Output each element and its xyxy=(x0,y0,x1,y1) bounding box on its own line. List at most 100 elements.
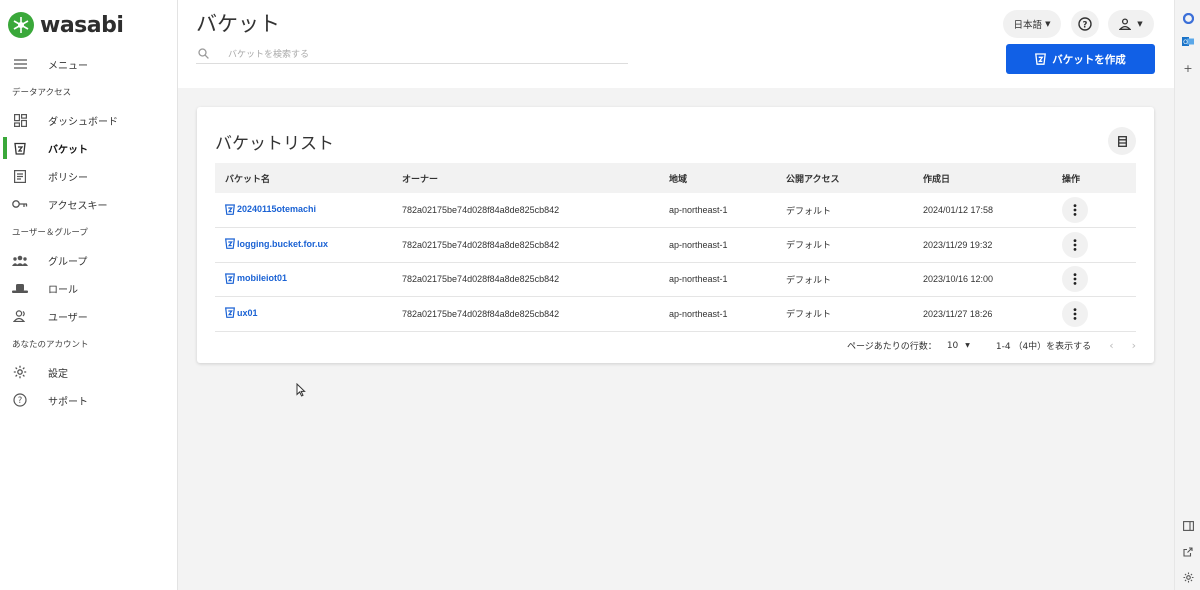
row-actions-button[interactable] xyxy=(1062,300,1088,327)
next-page-icon[interactable]: › xyxy=(1132,339,1136,352)
rows-per-page-select[interactable]: 10 ▼ xyxy=(947,341,970,351)
bucket-icon xyxy=(225,203,235,215)
sidebar-item-roles[interactable]: ロール xyxy=(0,274,177,302)
user-icon xyxy=(12,308,28,324)
sidebar-item-label: ポリシー xyxy=(48,172,88,184)
external-link-icon[interactable] xyxy=(1182,546,1194,558)
column-header-name[interactable]: バケット名 xyxy=(215,163,392,193)
sidebar-item-policy[interactable]: ポリシー xyxy=(0,162,177,190)
row-actions-button[interactable] xyxy=(1062,231,1088,258)
svg-text:?: ? xyxy=(1083,20,1088,30)
column-header-public-access[interactable]: 公開アクセス xyxy=(776,163,913,193)
actions-cell xyxy=(1052,262,1136,297)
region-cell: ap-northeast-1 xyxy=(659,227,776,263)
sidebar-item-label: グループ xyxy=(48,256,88,268)
row-actions-button[interactable] xyxy=(1062,197,1088,223)
actions-cell xyxy=(1052,193,1136,228)
hamburger-icon xyxy=(12,56,28,72)
bucket-icon xyxy=(225,307,235,319)
person-icon xyxy=(1119,18,1132,30)
bucket-name: ux01 xyxy=(237,307,258,318)
create-bucket-button[interactable]: バケットを作成 xyxy=(1006,44,1155,74)
sidebar-item-label: サポート xyxy=(48,396,88,408)
bucket-name-cell: mobileiot01 xyxy=(215,262,392,297)
table-row: ux01 782a02175be74d028f84a8de825cb842 ap… xyxy=(215,296,1136,332)
role-icon xyxy=(12,280,28,296)
sidebar-item-label: ロール xyxy=(48,284,78,296)
column-header-created[interactable]: 作成日 xyxy=(913,163,1052,193)
column-header-owner[interactable]: オーナー xyxy=(392,163,659,193)
created-cell: 2023/11/29 19:32 xyxy=(913,227,1052,263)
owner-cell: 782a02175be74d028f84a8de825cb842 xyxy=(392,193,659,228)
columns-button[interactable] xyxy=(1108,127,1136,155)
actions-cell xyxy=(1052,296,1136,332)
help-button[interactable]: ? xyxy=(1071,10,1099,38)
more-vert-icon xyxy=(1073,307,1077,320)
wasabi-logo[interactable]: wasabi xyxy=(0,0,177,50)
sidebar-item-label: ダッシュボード xyxy=(48,116,118,128)
svg-text:O: O xyxy=(1183,39,1188,46)
page-range: 1-4 （4中）を表示する xyxy=(995,342,1092,352)
group-icon xyxy=(12,252,28,268)
sidebar-item-groups[interactable]: グループ xyxy=(0,246,177,274)
owner-cell: 782a02175be74d028f84a8de825cb842 xyxy=(392,262,659,297)
access-cell: デフォルト xyxy=(776,296,913,332)
gear-icon xyxy=(12,364,28,380)
row-actions-button[interactable] xyxy=(1062,266,1088,293)
pagination: ページあたりの行数： 10 ▼ 1-4 （4中）を表示する ‹ › xyxy=(847,339,1136,352)
outlook-icon[interactable]: O xyxy=(1182,35,1194,47)
access-cell: デフォルト xyxy=(776,227,913,263)
add-icon[interactable]: + xyxy=(1182,62,1194,75)
column-header-region[interactable]: 地域 xyxy=(659,163,776,193)
access-cell: デフォルト xyxy=(776,262,913,297)
sidebar-item-access-keys[interactable]: アクセスキー xyxy=(0,190,177,218)
owner-cell: 782a02175be74d028f84a8de825cb842 xyxy=(392,227,659,263)
copilot-icon[interactable] xyxy=(1182,12,1194,24)
search-icon xyxy=(196,47,210,61)
nav-section-users-groups: ユーザー＆グループ xyxy=(12,228,88,238)
sidebar-item-settings[interactable]: 設定 xyxy=(0,358,177,386)
account-menu-button[interactable]: ▼ xyxy=(1108,10,1154,38)
rows-per-page-value: 10 xyxy=(946,340,959,351)
page-header: バケット 日本語 ▼ ? ▼ バケットを作成 xyxy=(178,0,1174,88)
bucket-icon xyxy=(1035,53,1047,65)
bucket-link[interactable]: 20240115otemachi xyxy=(225,203,316,215)
bucket-link[interactable]: ux01 xyxy=(225,307,258,319)
bucket-name-cell: 20240115otemachi xyxy=(215,193,392,228)
rows-per-page-label: ページあたりの行数： xyxy=(846,342,937,352)
sidebar-toggle-icon[interactable] xyxy=(1182,520,1194,532)
brand-name: wasabi xyxy=(40,12,124,38)
mouse-cursor-icon xyxy=(296,383,306,397)
menu-toggle[interactable]: メニュー xyxy=(0,50,177,78)
bucket-name: logging.bucket.for.ux xyxy=(237,238,329,249)
search-input[interactable] xyxy=(228,48,608,59)
gear-icon[interactable] xyxy=(1182,571,1194,583)
page-title: バケット xyxy=(196,12,280,36)
sidebar-item-label: アクセスキー xyxy=(48,200,108,212)
created-cell: 2023/11/27 18:26 xyxy=(913,296,1052,332)
created-cell: 2023/10/16 12:00 xyxy=(913,262,1052,297)
region-cell: ap-northeast-1 xyxy=(659,262,776,297)
sidebar-item-bucket[interactable]: バケット xyxy=(0,134,177,162)
help-icon: ? xyxy=(1078,17,1092,31)
more-vert-icon xyxy=(1073,238,1077,251)
created-cell: 2024/01/12 17:58 xyxy=(913,193,1052,228)
previous-page-icon[interactable]: ‹ xyxy=(1109,339,1113,352)
svg-text:?: ? xyxy=(18,396,23,406)
sidebar-item-dashboard[interactable]: ダッシュボード xyxy=(0,106,177,134)
caret-down-icon: ▼ xyxy=(1137,20,1143,28)
bucket-link[interactable]: logging.bucket.for.ux xyxy=(225,238,329,250)
menu-label: メニュー xyxy=(48,60,88,72)
bucket-link[interactable]: mobileiot01 xyxy=(225,273,287,284)
bucket-list-card: バケットリスト バケット名 オーナー 地域 公開アクセス 作成日 操作 2024… xyxy=(197,107,1154,363)
language-select[interactable]: 日本語 ▼ xyxy=(1003,10,1061,38)
search-bar xyxy=(196,44,628,64)
sidebar-item-label: 設定 xyxy=(48,368,68,380)
sidebar-item-support[interactable]: ? サポート xyxy=(0,386,177,414)
language-label: 日本語 xyxy=(1013,20,1043,31)
help-icon: ? xyxy=(12,392,28,408)
dashboard-icon xyxy=(12,112,28,128)
sidebar-item-users[interactable]: ユーザー xyxy=(0,302,177,330)
bucket-icon xyxy=(225,238,235,250)
main-content: バケット 日本語 ▼ ? ▼ バケットを作成 バケットリスト xyxy=(178,0,1174,590)
